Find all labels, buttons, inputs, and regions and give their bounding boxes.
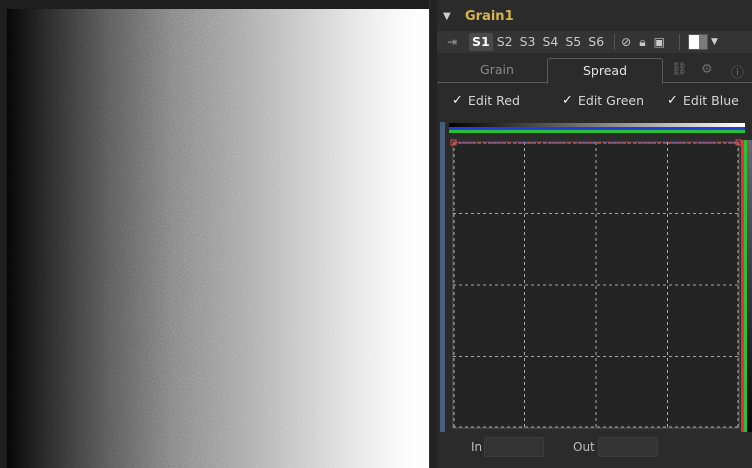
version-button-s4[interactable]: S4	[539, 33, 561, 51]
left-scrollbar[interactable]	[440, 122, 445, 432]
version-button-s3[interactable]: S3	[517, 33, 539, 51]
checkmark-icon: ✓	[667, 93, 678, 108]
red-side-ramp	[741, 140, 744, 432]
separator	[678, 34, 680, 50]
tab-grain[interactable]: Grain	[447, 58, 547, 82]
info-icon[interactable]: ⓘ	[731, 62, 744, 81]
app-window: ▼ Grain1 ⇥ S1 S2 S3 S4 S5 S6 ⊘ 🔒︎ ▣ ▼ Gr…	[0, 0, 752, 468]
curve-editor[interactable]	[437, 118, 752, 438]
green-ramp	[449, 130, 745, 133]
channel-checkboxes: ✓ Edit Red ✓ Edit Green ✓ Edit Blue	[437, 93, 752, 113]
grain-noise-overlay	[7, 9, 429, 468]
separator	[614, 34, 616, 50]
node-header[interactable]: ▼ Grain1	[437, 6, 752, 26]
version-button-s6[interactable]: S6	[585, 33, 607, 51]
checkmark-icon: ✓	[452, 93, 463, 108]
viewer-panel	[0, 0, 429, 468]
input-ramp	[449, 123, 745, 127]
edit-blue-checkbox[interactable]: ✓ Edit Blue	[666, 93, 739, 108]
in-field[interactable]	[484, 437, 544, 457]
lock-icon[interactable]: 🔒︎	[639, 35, 645, 50]
chevron-down-icon[interactable]: ▼	[443, 11, 457, 22]
green-side-ramp	[744, 140, 747, 432]
in-label: In	[471, 440, 483, 454]
viewer-image[interactable]	[7, 9, 429, 468]
color-swatch-icon[interactable]	[687, 34, 708, 50]
link-icon[interactable]: ⛓	[671, 62, 688, 77]
inspector-panel: ▼ Grain1 ⇥ S1 S2 S3 S4 S5 S6 ⊘ 🔒︎ ▣ ▼ Gr…	[437, 0, 752, 468]
tab-spread[interactable]: Spread	[547, 58, 663, 84]
gear-icon[interactable]: ⚙	[701, 62, 713, 77]
output-side-ramp	[747, 140, 752, 432]
version-button-s1[interactable]: S1	[469, 33, 493, 51]
checkmark-icon: ✓	[562, 93, 573, 108]
out-field[interactable]	[598, 437, 658, 457]
blue-ramp	[449, 127, 745, 130]
curve-graph[interactable]	[437, 118, 752, 438]
version-button-s2[interactable]: S2	[494, 33, 516, 51]
checkbox-label: Edit Green	[578, 93, 645, 108]
out-label: Out	[573, 440, 595, 454]
chevron-down-icon[interactable]: ▼	[711, 37, 718, 47]
checkbox-label: Edit Red	[468, 93, 520, 108]
version-bar: ⇥ S1 S2 S3 S4 S5 S6 ⊘ 🔒︎ ▣ ▼	[437, 31, 752, 53]
checkbox-label: Edit Blue	[683, 93, 739, 108]
pin-icon[interactable]: ⇥	[447, 35, 469, 49]
edit-red-checkbox[interactable]: ✓ Edit Red	[451, 93, 520, 108]
node-title: Grain1	[465, 8, 514, 24]
save-icon[interactable]: ▣	[654, 35, 665, 49]
disable-icon[interactable]: ⊘	[621, 35, 631, 49]
edit-green-checkbox[interactable]: ✓ Edit Green	[561, 93, 644, 108]
version-button-s5[interactable]: S5	[562, 33, 584, 51]
tab-bar: Grain Spread ⛓ ⚙ ⓘ	[437, 56, 752, 84]
in-out-row: In Out	[437, 436, 752, 458]
